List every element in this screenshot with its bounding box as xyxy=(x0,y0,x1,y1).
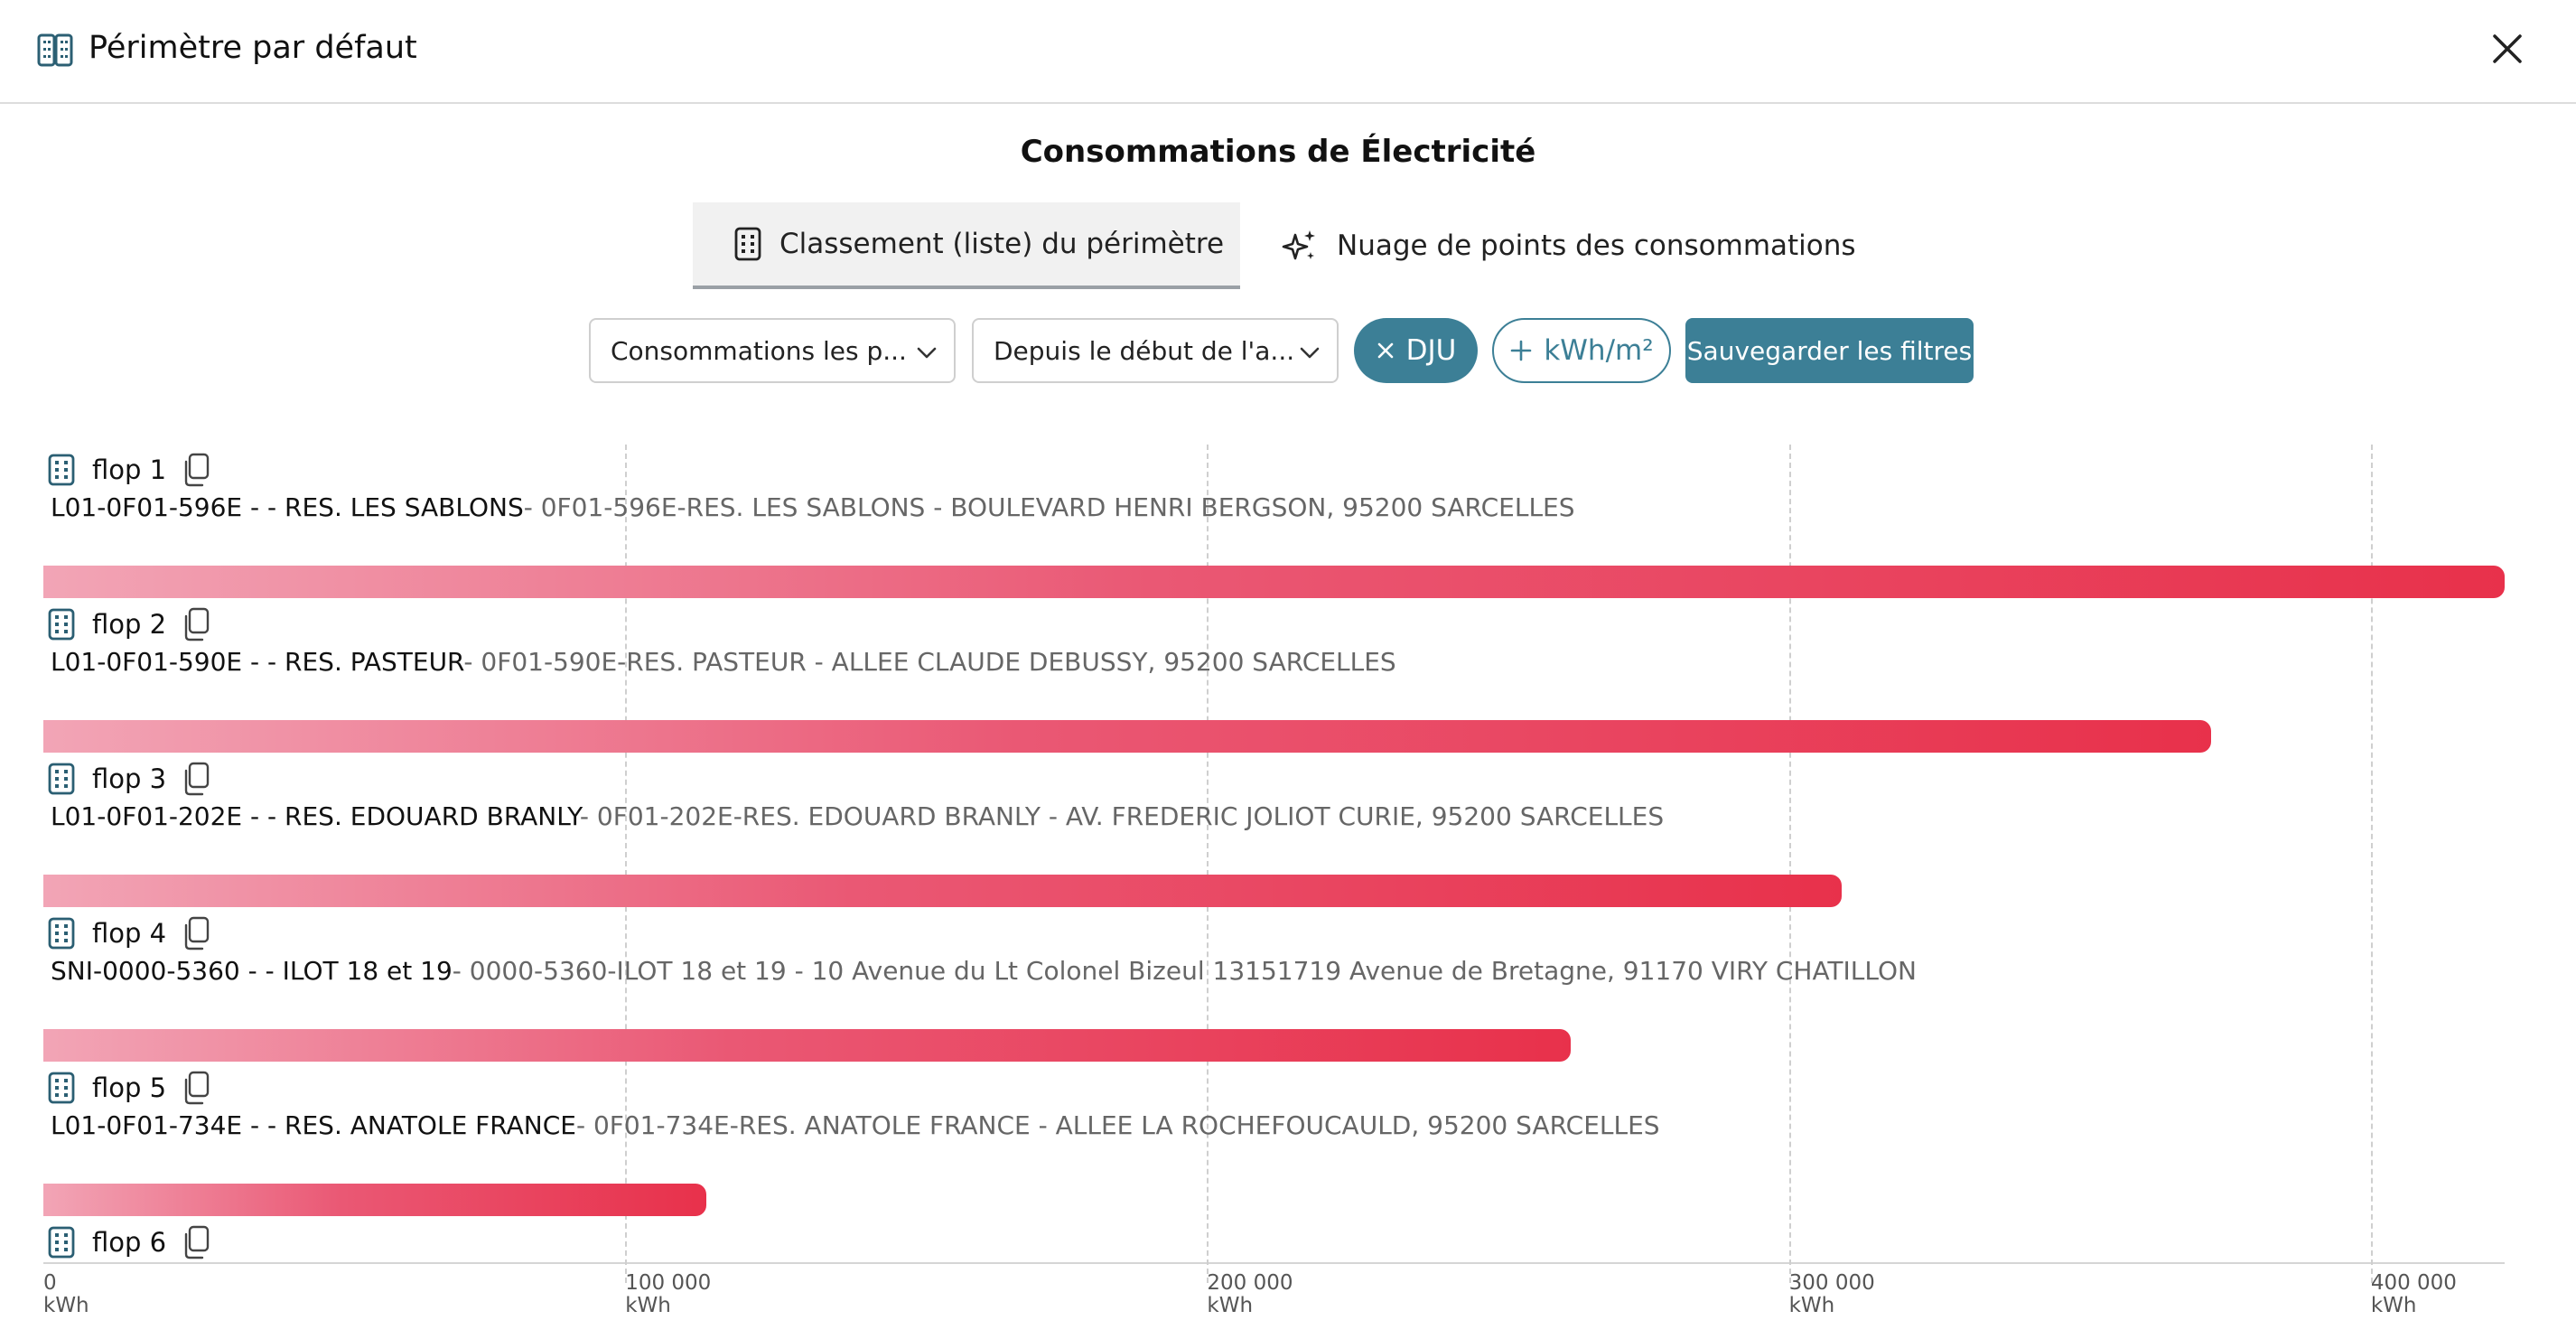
tab-ranking-list[interactable]: Classement (liste) du périmètre xyxy=(693,202,1240,289)
rank-label-row: flop 4 xyxy=(47,913,211,953)
rank-label: flop 6 xyxy=(92,1227,167,1258)
building-icon xyxy=(48,917,75,950)
close-icon[interactable] xyxy=(2489,31,2525,67)
tab-label: Nuage de points des consommations xyxy=(1337,229,1856,262)
rank-label-row: flop 3 xyxy=(47,759,211,799)
rank-label-row: flop 1 xyxy=(47,450,211,490)
site-address: - 0F01-596E-RES. LES SABLONS - BOULEVARD… xyxy=(523,492,1575,522)
rank-label-row: flop 2 xyxy=(47,604,211,644)
consumption-bar[interactable] xyxy=(43,1184,707,1216)
select-value: Consommations les p... xyxy=(611,335,907,366)
x-tick-unit: kWh xyxy=(625,1294,671,1317)
site-name: SNI-0000-5360 - - ILOT 18 et 19- 0000-53… xyxy=(51,953,1917,989)
modal-title: Périmètre par défaut xyxy=(89,30,417,66)
chip-label: kWh/m² xyxy=(1544,334,1654,367)
copy-icon[interactable] xyxy=(181,607,211,641)
chip-label: DJU xyxy=(1405,334,1457,367)
site-name: L01-0F01-202E - - RES. EDOUARD BRANLY- 0… xyxy=(51,799,1664,835)
site-address: - 0F01-202E-RES. EDOUARD BRANLY - AV. FR… xyxy=(579,801,1665,831)
consumption-bar[interactable] xyxy=(43,566,2505,598)
site-code: L01-0F01-590E - - RES. PASTEUR xyxy=(51,647,464,677)
consumption-type-select[interactable]: Consommations les p... xyxy=(589,318,956,383)
site-code: L01-0F01-596E - - RES. LES SABLONS xyxy=(51,492,524,522)
save-filters-button[interactable]: Sauvegarder les filtres xyxy=(1685,318,1974,383)
building-icon xyxy=(37,33,73,67)
x-tick-value: 0 xyxy=(43,1271,57,1295)
dju-filter-chip[interactable]: DJU xyxy=(1354,318,1478,383)
building-icon xyxy=(734,227,761,261)
x-tick-label: 300 000 kWh xyxy=(1789,1272,1875,1317)
chart-title: Consommations de Électricité xyxy=(1020,134,1536,170)
copy-icon[interactable] xyxy=(181,1225,211,1259)
modal-header: Périmètre par défaut xyxy=(0,0,2576,104)
copy-icon[interactable] xyxy=(181,762,211,796)
building-icon xyxy=(48,1072,75,1104)
kwh-m2-filter-chip[interactable]: kWh/m² xyxy=(1492,318,1671,383)
close-icon xyxy=(1377,342,1393,359)
x-axis-line xyxy=(43,1262,2505,1264)
x-tick-unit: kWh xyxy=(1788,1294,1835,1317)
select-value: Depuis le début de l'a... xyxy=(994,335,1295,366)
consumption-bar[interactable] xyxy=(43,875,1842,907)
x-tick-label: 0 kWh xyxy=(43,1272,89,1317)
rank-label: flop 5 xyxy=(92,1072,167,1103)
rank-label: flop 4 xyxy=(92,918,167,949)
x-tick-label: 100 000 kWh xyxy=(625,1272,711,1317)
copy-icon[interactable] xyxy=(181,1071,211,1105)
copy-icon[interactable] xyxy=(181,453,211,487)
building-icon xyxy=(48,454,75,486)
period-select[interactable]: Depuis le début de l'a... xyxy=(972,318,1339,383)
site-name: L01-0F01-734E - - RES. ANATOLE FRANCE- 0… xyxy=(51,1108,1660,1144)
site-address: - 0000-5360-ILOT 18 et 19 - 10 Avenue du… xyxy=(452,956,1917,986)
x-tick-unit: kWh xyxy=(2370,1294,2417,1317)
ranking-bar-chart: 0 kWh 100 000 kWh 200 000 kWh 300 000 kWh 400 00… xyxy=(0,425,2576,1339)
consumption-bar[interactable] xyxy=(43,720,2211,753)
rank-label: flop 1 xyxy=(92,454,167,485)
site-name: L01-0F01-590E - - RES. PASTEUR- 0F01-590… xyxy=(51,644,1396,680)
building-icon xyxy=(48,1226,75,1259)
chevron-down-icon xyxy=(1300,347,1320,359)
rank-label: flop 3 xyxy=(92,763,167,794)
site-code: L01-0F01-202E - - RES. EDOUARD BRANLY xyxy=(51,801,580,831)
x-tick-value: 300 000 xyxy=(1788,1271,1875,1295)
building-icon xyxy=(48,608,75,641)
tab-label: Classement (liste) du périmètre xyxy=(779,228,1225,260)
building-icon xyxy=(48,763,75,795)
consumption-bar[interactable] xyxy=(43,1029,1572,1062)
tab-scatter-plot[interactable]: Nuage de points des consommations xyxy=(1281,202,1859,289)
site-name: L01-0F01-596E - - RES. LES SABLONS- 0F01… xyxy=(51,490,1575,526)
rank-label-row: flop 6 xyxy=(47,1222,211,1262)
site-address: - 0F01-734E-RES. ANATOLE FRANCE - ALLEE … xyxy=(575,1110,1660,1140)
x-tick-unit: kWh xyxy=(43,1294,89,1317)
chevron-down-icon xyxy=(917,347,937,359)
x-tick-value: 400 000 xyxy=(2370,1271,2457,1295)
site-address: - 0F01-590E-RES. PASTEUR - ALLEE CLAUDE … xyxy=(463,647,1396,677)
plus-icon xyxy=(1511,340,1532,361)
copy-icon[interactable] xyxy=(181,916,211,950)
site-code: L01-0F01-734E - - RES. ANATOLE FRANCE xyxy=(51,1110,576,1140)
sparkles-icon xyxy=(1282,230,1315,260)
site-code: SNI-0000-5360 - - ILOT 18 et 19 xyxy=(51,956,453,986)
x-tick-value: 100 000 xyxy=(625,1271,712,1295)
rank-label-row: flop 5 xyxy=(47,1068,211,1108)
x-tick-unit: kWh xyxy=(1207,1294,1254,1317)
rank-label: flop 2 xyxy=(92,609,167,640)
x-tick-label: 200 000 kWh xyxy=(1207,1272,1293,1317)
x-tick-label: 400 000 kWh xyxy=(2371,1272,2457,1317)
x-tick-value: 200 000 xyxy=(1207,1271,1293,1295)
